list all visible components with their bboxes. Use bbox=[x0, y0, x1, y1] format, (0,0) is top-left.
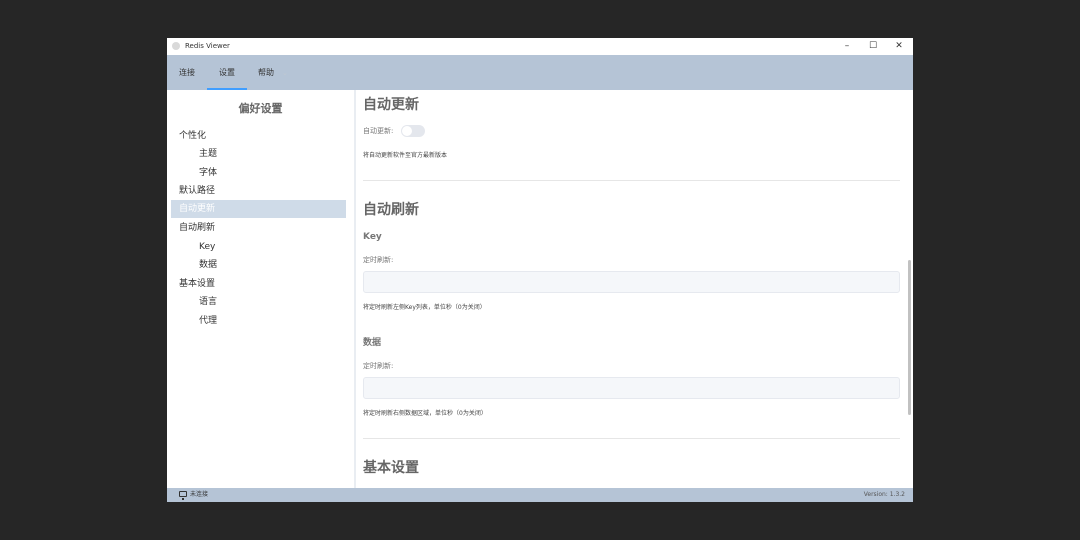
key-subheading: Key bbox=[363, 232, 382, 242]
monitor-icon bbox=[179, 491, 187, 500]
data-refresh-input[interactable] bbox=[363, 377, 900, 399]
window-title: Redis Viewer bbox=[185, 42, 230, 50]
menu-bar: 连接 设置 帮助 ⌄ bbox=[167, 55, 913, 90]
content-scrollbar[interactable] bbox=[908, 260, 911, 415]
title-bar: Redis Viewer – ☐ ✕ bbox=[167, 38, 913, 56]
toggle-knob bbox=[402, 126, 412, 136]
sidebar-item-theme[interactable]: 主题 bbox=[199, 145, 354, 163]
data-refresh-hint: 将定时刷新右侧数据区域，单位秒（0为关闭） bbox=[363, 410, 487, 417]
sidebar-item-proxy[interactable]: 代理 bbox=[199, 312, 354, 330]
key-refresh-label: 定时刷新: bbox=[363, 256, 394, 264]
menu-help[interactable]: 帮助 bbox=[258, 68, 274, 78]
status-bar: 未连接 Version: 1.3.2 bbox=[167, 488, 913, 502]
sidebar-item-auto-refresh[interactable]: 自动刷新 bbox=[179, 219, 354, 237]
settings-content[interactable]: 自动更新 自动更新: 将自动更新软件至官方最新版本 自动刷新 Key 定时刷新:… bbox=[356, 90, 913, 488]
app-window: Redis Viewer – ☐ ✕ 连接 设置 帮助 ⌄ 偏好设置 个性化 主… bbox=[167, 38, 913, 502]
auto-update-hint: 将自动更新软件至官方最新版本 bbox=[363, 152, 448, 159]
settings-sidebar: 偏好设置 个性化 主题 字体 默认路径 自动更新 自动刷新 Key 数据 基本设… bbox=[167, 90, 356, 488]
sidebar-item-default-path[interactable]: 默认路径 bbox=[179, 182, 354, 200]
data-subheading: 数据 bbox=[363, 338, 382, 348]
sidebar-title: 偏好设置 bbox=[238, 102, 283, 115]
app-icon bbox=[172, 42, 180, 50]
sidebar-item-basic[interactable]: 基本设置 bbox=[179, 275, 354, 293]
sidebar-item-font[interactable]: 字体 bbox=[199, 164, 354, 182]
sidebar-item-auto-update[interactable]: 自动更新 bbox=[171, 200, 346, 218]
key-refresh-input[interactable] bbox=[363, 271, 900, 293]
key-refresh-hint: 将定时刷新左侧Key列表，单位秒（0为关闭） bbox=[363, 304, 486, 311]
sidebar-item-language[interactable]: 语言 bbox=[199, 293, 354, 311]
sidebar-item-key[interactable]: Key bbox=[199, 238, 354, 256]
auto-update-toggle[interactable] bbox=[401, 125, 425, 137]
close-button[interactable]: ✕ bbox=[889, 40, 909, 53]
basic-settings-heading: 基本设置 bbox=[363, 460, 419, 476]
sidebar-item-data[interactable]: 数据 bbox=[199, 256, 354, 274]
section-divider bbox=[363, 438, 900, 439]
auto-update-heading: 自动更新 bbox=[363, 97, 419, 113]
sidebar-item-personalize[interactable]: 个性化 bbox=[179, 127, 354, 145]
connection-status: 未连接 bbox=[190, 491, 209, 498]
maximize-button[interactable]: ☐ bbox=[863, 40, 883, 53]
version-label: Version: 1.3.2 bbox=[863, 491, 905, 498]
menu-connect[interactable]: 连接 bbox=[179, 68, 195, 78]
data-refresh-label: 定时刷新: bbox=[363, 362, 394, 370]
auto-refresh-heading: 自动刷新 bbox=[363, 202, 419, 218]
section-divider bbox=[363, 180, 900, 181]
minimize-button[interactable]: – bbox=[837, 40, 857, 53]
auto-update-label: 自动更新: bbox=[363, 127, 394, 135]
menu-settings[interactable]: 设置 bbox=[219, 68, 235, 78]
chevron-down-icon: ⌄ bbox=[282, 69, 288, 77]
